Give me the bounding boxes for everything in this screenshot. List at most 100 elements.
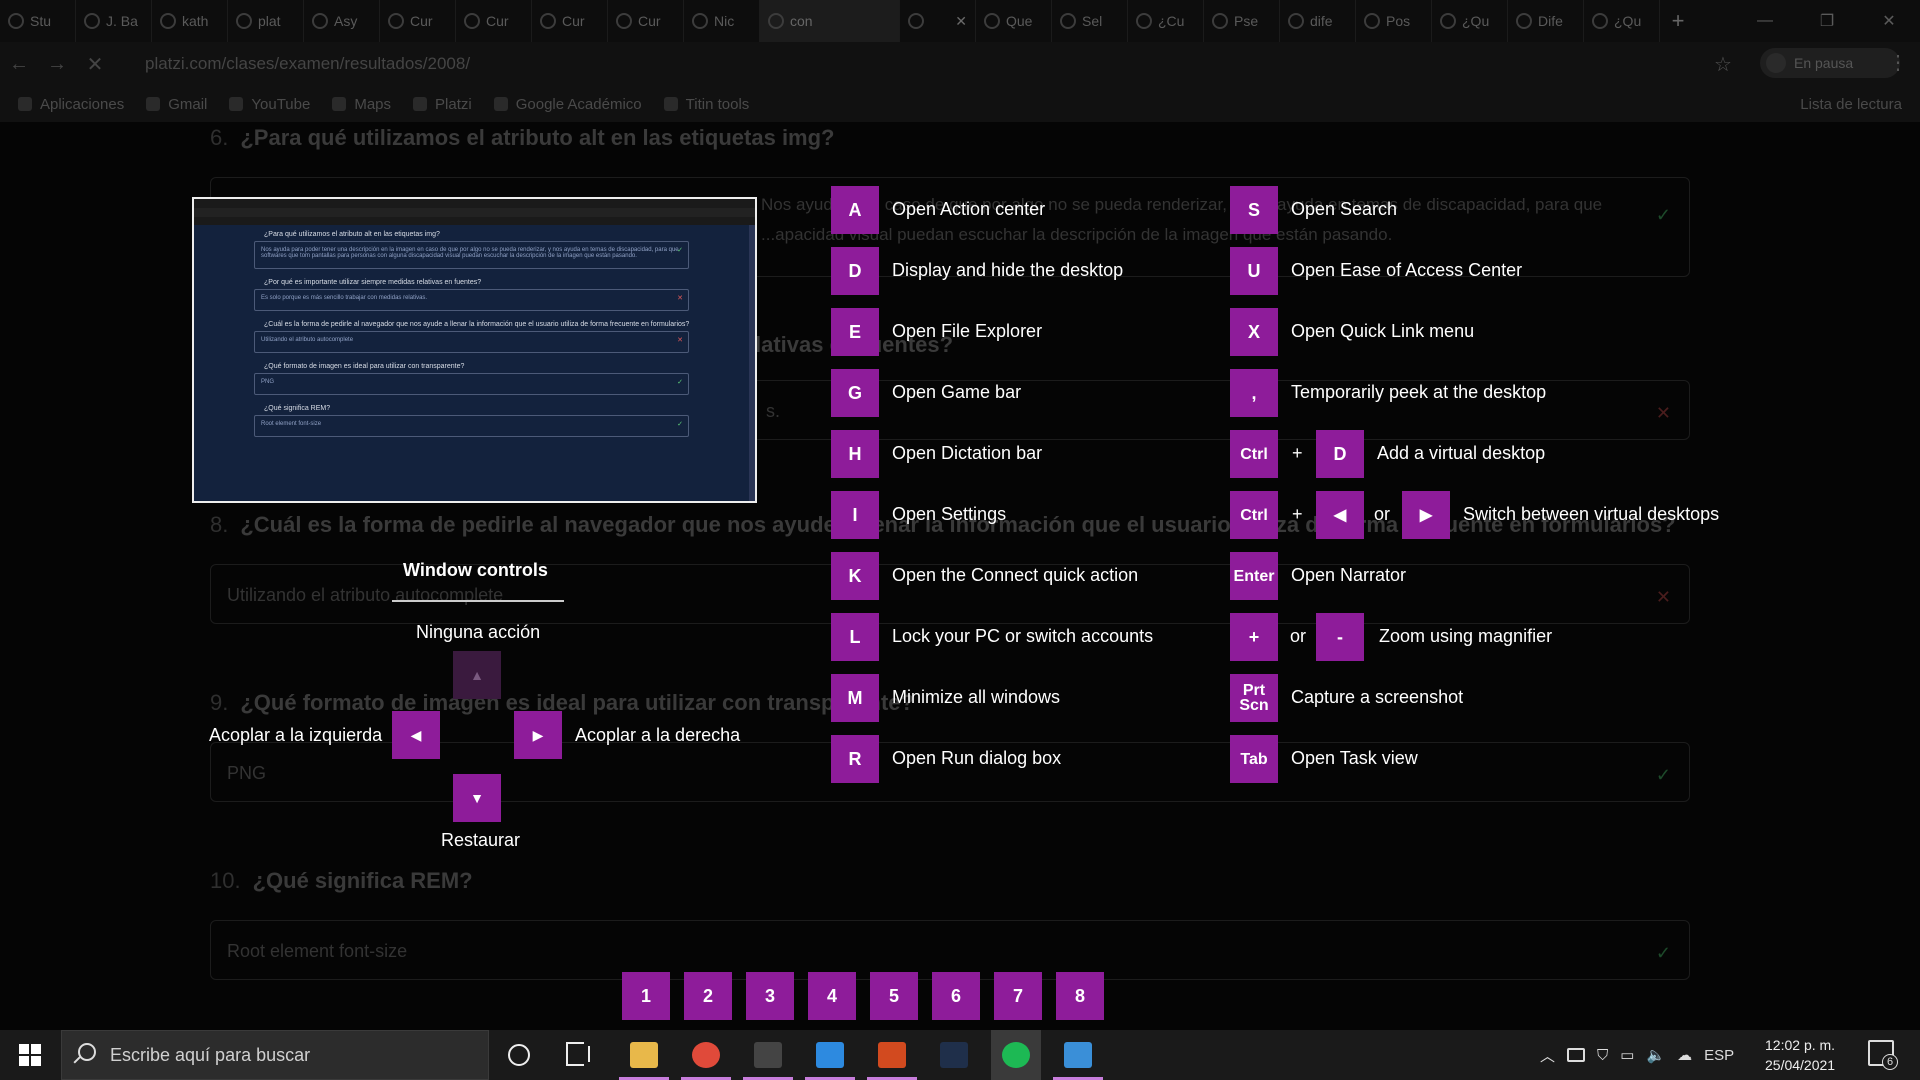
notification-center-icon[interactable]: 6 (1868, 1040, 1898, 1070)
browser-tab[interactable]: J. Ba (76, 0, 152, 42)
key-tab: Tab (1230, 735, 1278, 783)
check-icon: ✓ (1655, 943, 1671, 963)
photos-icon (1064, 1042, 1092, 1068)
taskbar-app-vscode[interactable] (805, 1030, 855, 1080)
browser-tab[interactable]: Cur (380, 0, 456, 42)
tab-label: Cur (562, 13, 585, 29)
browser-tab[interactable]: Pos (1356, 0, 1432, 42)
answer-10: Root element font-size ✓ (210, 920, 1690, 980)
browser-tab[interactable]: plat (228, 0, 304, 42)
tab-label: Nic (714, 13, 735, 29)
bookmark-icon (146, 97, 161, 111)
tab-close-icon[interactable]: ✕ (955, 13, 967, 30)
browser-tab[interactable]: Cur (608, 0, 684, 42)
window-buttons: — ❐ ✕ (1734, 0, 1920, 42)
key-u: U (1230, 247, 1278, 295)
tab-favicon-icon (1136, 13, 1152, 29)
browser-tab[interactable]: Stu (0, 0, 76, 42)
or-label: or (1374, 504, 1391, 524)
browser-tab[interactable]: ¿Qu (1432, 0, 1508, 42)
browser-tab[interactable]: con (760, 0, 900, 42)
browser-tab[interactable]: ¿Qu (1584, 0, 1660, 42)
tab-label: Pos (1386, 13, 1411, 29)
reading-list-button[interactable]: Lista de lectura (1800, 96, 1902, 113)
tab-favicon-icon (1288, 13, 1304, 29)
cloud-icon[interactable]: ☁ (1677, 1046, 1692, 1064)
chevron-up-icon[interactable]: ︿ (1540, 1045, 1555, 1066)
shortcut-desc: Open Run dialog box (892, 748, 1062, 768)
tab-favicon-icon (8, 13, 24, 29)
stop-icon[interactable]: ✕ (76, 52, 114, 77)
maximize-icon[interactable]: ❐ (1796, 11, 1858, 31)
shortcut-desc: Lock your PC or switch accounts (892, 626, 1154, 646)
tab-label: kath (182, 13, 209, 29)
security-icon[interactable]: ⛉ (1597, 1047, 1608, 1064)
tab-label: con (790, 13, 813, 29)
tab-label: ¿Cu (1158, 13, 1185, 29)
cortana-icon[interactable] (508, 1044, 530, 1066)
shortcut-desc: Minimize all windows (892, 687, 1061, 707)
tab-label: plat (258, 13, 281, 29)
search-placeholder: Escribe aquí para buscar (110, 1044, 311, 1065)
browser-tab[interactable]: Pse (1204, 0, 1280, 42)
browser-tab[interactable]: dife (1280, 0, 1356, 42)
forward-icon[interactable]: → (38, 53, 76, 76)
bookmark-icon (493, 97, 508, 111)
taskbar-number-badge: 7 (994, 972, 1042, 1020)
browser-tab[interactable]: ¿Cu (1128, 0, 1204, 42)
language-indicator[interactable]: ESP (1704, 1047, 1734, 1064)
network-icon[interactable]: ▭ (1620, 1046, 1634, 1064)
bookmark-item[interactable]: Aplicaciones (18, 96, 124, 113)
clock[interactable]: 12:02 p. m. 25/04/2021 (1765, 1035, 1835, 1075)
spotify-icon (1002, 1042, 1030, 1068)
bookmark-star-icon[interactable]: ☆ (1714, 52, 1732, 77)
menu-icon[interactable]: ⋮ (1888, 50, 1908, 75)
windows-taskbar: Escribe aquí para buscar ︿ ⛉ ▭ 🔈 ☁ ESP 1… (0, 1030, 1920, 1080)
question-6: 6. ¿Para qué utilizamos el atributo alt e… (210, 125, 835, 150)
taskbar-app-spotify[interactable] (991, 1030, 1041, 1080)
browser-tab[interactable]: kath (152, 0, 228, 42)
taskbar-search-box[interactable]: Escribe aquí para buscar (61, 1030, 489, 1080)
question-10: 10. ¿Qué significa REM? (210, 868, 473, 893)
volume-icon[interactable]: 🔈 (1646, 1046, 1665, 1064)
browser-tab[interactable]: Asy (304, 0, 380, 42)
url-field[interactable]: platzi.com/clases/examen/resultados/2008… (145, 54, 470, 74)
task-view-icon[interactable] (566, 1042, 592, 1068)
browser-tab[interactable]: Cur (532, 0, 608, 42)
bookmark-icon (229, 97, 244, 111)
shortcut-desc: Open Narrator (1291, 565, 1407, 585)
tab-label: Stu (30, 13, 52, 29)
bookmark-item[interactable]: Maps (332, 96, 391, 113)
profile-button[interactable]: En pausa (1760, 48, 1900, 78)
or-label: or (1290, 626, 1307, 646)
back-icon[interactable]: ← (0, 53, 38, 76)
start-button[interactable] (0, 1030, 60, 1080)
arrow-down-icon: ▼ (453, 774, 501, 822)
taskbar-app-ide[interactable] (929, 1030, 979, 1080)
minimize-icon[interactable]: — (1734, 12, 1796, 30)
new-tab-icon[interactable]: + (1660, 8, 1696, 34)
address-bar-row: ← → ✕ platzi.com/clases/examen/resultado… (0, 42, 1920, 86)
taskbar-app-chrome[interactable] (681, 1030, 731, 1080)
battery-icon[interactable] (1567, 1048, 1586, 1062)
bookmark-item[interactable]: Titin tools (663, 96, 749, 113)
bookmark-item[interactable]: YouTube (229, 96, 310, 113)
browser-tab[interactable]: Sel (1052, 0, 1128, 42)
browser-tab[interactable]: ✕ (900, 0, 976, 42)
shortcut-desc: Open Task view (1291, 748, 1418, 768)
browser-tab[interactable]: Que (976, 0, 1052, 42)
check-icon: ✓ (1655, 765, 1671, 785)
taskbar-app-terminal[interactable] (743, 1030, 793, 1080)
browser-tab[interactable]: Cur (456, 0, 532, 42)
close-icon[interactable]: ✕ (1858, 11, 1920, 31)
browser-tab[interactable]: Nic (684, 0, 760, 42)
bookmark-item[interactable]: Platzi (413, 96, 472, 113)
taskbar-app-file-explorer[interactable] (619, 1030, 669, 1080)
bookmark-item[interactable]: Google Académico (493, 96, 642, 113)
taskbar-app-photos[interactable] (1053, 1030, 1103, 1080)
arrow-left-icon: ◀ (392, 711, 440, 759)
browser-tab[interactable]: Dife (1508, 0, 1584, 42)
bookmark-item[interactable]: Gmail (146, 96, 207, 113)
taskbar-app-office[interactable] (867, 1030, 917, 1080)
time: 12:02 p. m. (1765, 1037, 1836, 1053)
